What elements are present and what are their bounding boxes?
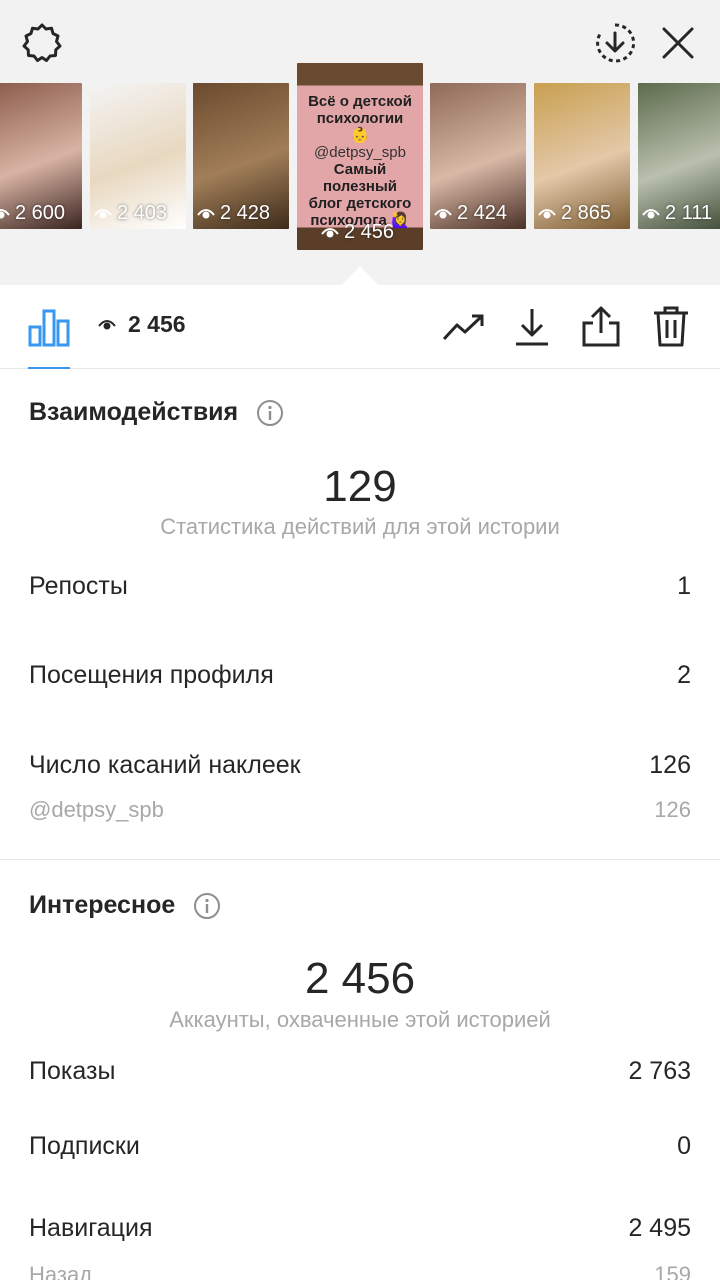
discovery-title: Интересное: [29, 891, 176, 919]
story-thumbnail-views: 2 600: [0, 202, 65, 225]
eye-icon: [0, 208, 10, 218]
stat-label: Навигация: [29, 1214, 153, 1242]
story-strip-area: 2 600 2 403 2 428 2 424 2 865 2 111 Всё о дет…: [0, 0, 720, 285]
stat-row-sticker-taps: Число касаний наклеек 126: [29, 751, 691, 780]
stat-label: Репосты: [29, 572, 128, 600]
stat-row-reposts: Репосты 1: [29, 572, 691, 601]
selected-story-thumbnail[interactable]: Всё о детской психологии 👶 @detpsy_spb С…: [297, 63, 423, 250]
selected-story-caption: Всё о детской психологии 👶 @detpsy_spb С…: [307, 93, 413, 229]
share-icon[interactable]: [581, 305, 621, 347]
eye-icon: [434, 208, 452, 218]
story-thumbnail-views-count: 2 403: [117, 202, 168, 224]
story-thumbnail[interactable]: 2 403: [90, 83, 186, 229]
trending-up-icon[interactable]: [442, 312, 486, 342]
discovery-header: Интересное: [29, 891, 221, 920]
eye-icon: [642, 208, 660, 218]
stat-label: Число касаний наклеек: [29, 751, 301, 779]
eye-icon: [98, 319, 116, 329]
stat-value: 126: [654, 797, 691, 822]
interactions-subtitle: Статистика действий для этой истории: [160, 514, 560, 539]
stat-label: Посещения профиля: [29, 661, 274, 689]
active-tab-indicator: [28, 367, 70, 369]
stat-value: 159: [654, 1262, 691, 1280]
story-thumbnail-views-count: 2 111: [665, 202, 713, 224]
story-thumbnail-views: 2 865: [538, 202, 611, 225]
toolbar-views-count: 2 456: [128, 311, 186, 337]
story-thumbnail[interactable]: 2 600: [0, 83, 82, 229]
stat-subrow-back: Назад 159: [29, 1262, 691, 1280]
interactions-total: 129: [323, 462, 397, 511]
stat-row-impressions: Показы 2 763: [29, 1057, 691, 1086]
story-thumbnail-views-count: 2 865: [561, 202, 612, 224]
story-thumbnail-views-count: 2 428: [220, 202, 271, 224]
stat-row-profile-visits: Посещения профиля 2: [29, 661, 691, 690]
download-icon[interactable]: [514, 307, 550, 347]
trash-icon[interactable]: [652, 305, 690, 347]
caption-line-2: Самый полезный блог детского психолога 🙋…: [308, 161, 412, 229]
stat-row-follows: Подписки 0: [29, 1132, 691, 1161]
info-icon[interactable]: [256, 399, 284, 427]
story-thumbnail[interactable]: 2 111: [638, 83, 720, 229]
selected-story-views: 2 456: [321, 221, 394, 244]
caption-line-1: Всё о детской психологии 👶: [308, 93, 412, 144]
eye-icon: [197, 208, 215, 218]
eye-icon: [94, 208, 112, 218]
stat-value: 126: [649, 751, 691, 779]
info-icon[interactable]: [193, 892, 221, 920]
story-thumbnail-views: 2 428: [197, 202, 270, 225]
stat-label: Подписки: [29, 1132, 140, 1160]
story-thumbnail-views-count: 2 600: [15, 202, 66, 224]
stat-value: 0: [677, 1132, 691, 1160]
story-thumbnail[interactable]: 2 428: [193, 83, 289, 229]
selected-story-views-count: 2 456: [344, 221, 395, 243]
section-divider: [0, 859, 720, 860]
story-thumbnail[interactable]: 2 865: [534, 83, 630, 229]
bar-chart-icon[interactable]: [28, 305, 70, 347]
stat-row-navigation: Навигация 2 495: [29, 1214, 691, 1243]
stat-value: 2 495: [628, 1214, 691, 1242]
stat-value: 2: [677, 661, 691, 689]
stat-label: Показы: [29, 1057, 116, 1085]
caption-handle: @detpsy_spb: [314, 144, 406, 161]
story-thumbnail-views: 2 424: [434, 202, 507, 225]
selection-pointer: [342, 266, 378, 285]
stat-value: 2 763: [628, 1057, 691, 1085]
story-thumbnail-views: 2 111: [642, 202, 712, 225]
discovery-subtitle: Аккаунты, охваченные этой историей: [169, 1007, 551, 1032]
toolbar-views: 2 456: [98, 311, 186, 338]
interactions-header: Взаимодействия: [29, 398, 284, 427]
discovery-total: 2 456: [304, 954, 416, 1003]
interactions-title: Взаимодействия: [29, 398, 239, 426]
eye-icon: [538, 208, 556, 218]
stat-label: Назад: [29, 1262, 93, 1280]
stat-value: 1: [677, 572, 691, 600]
story-thumbnail-views-count: 2 424: [457, 202, 508, 224]
stat-subrow-sticker-handle: @detpsy_spb 126: [29, 797, 691, 823]
stat-label: @detpsy_spb: [29, 797, 164, 822]
eye-icon: [321, 227, 339, 237]
story-thumbnail[interactable]: 2 424: [430, 83, 526, 229]
story-thumbnail-views: 2 403: [94, 202, 167, 225]
